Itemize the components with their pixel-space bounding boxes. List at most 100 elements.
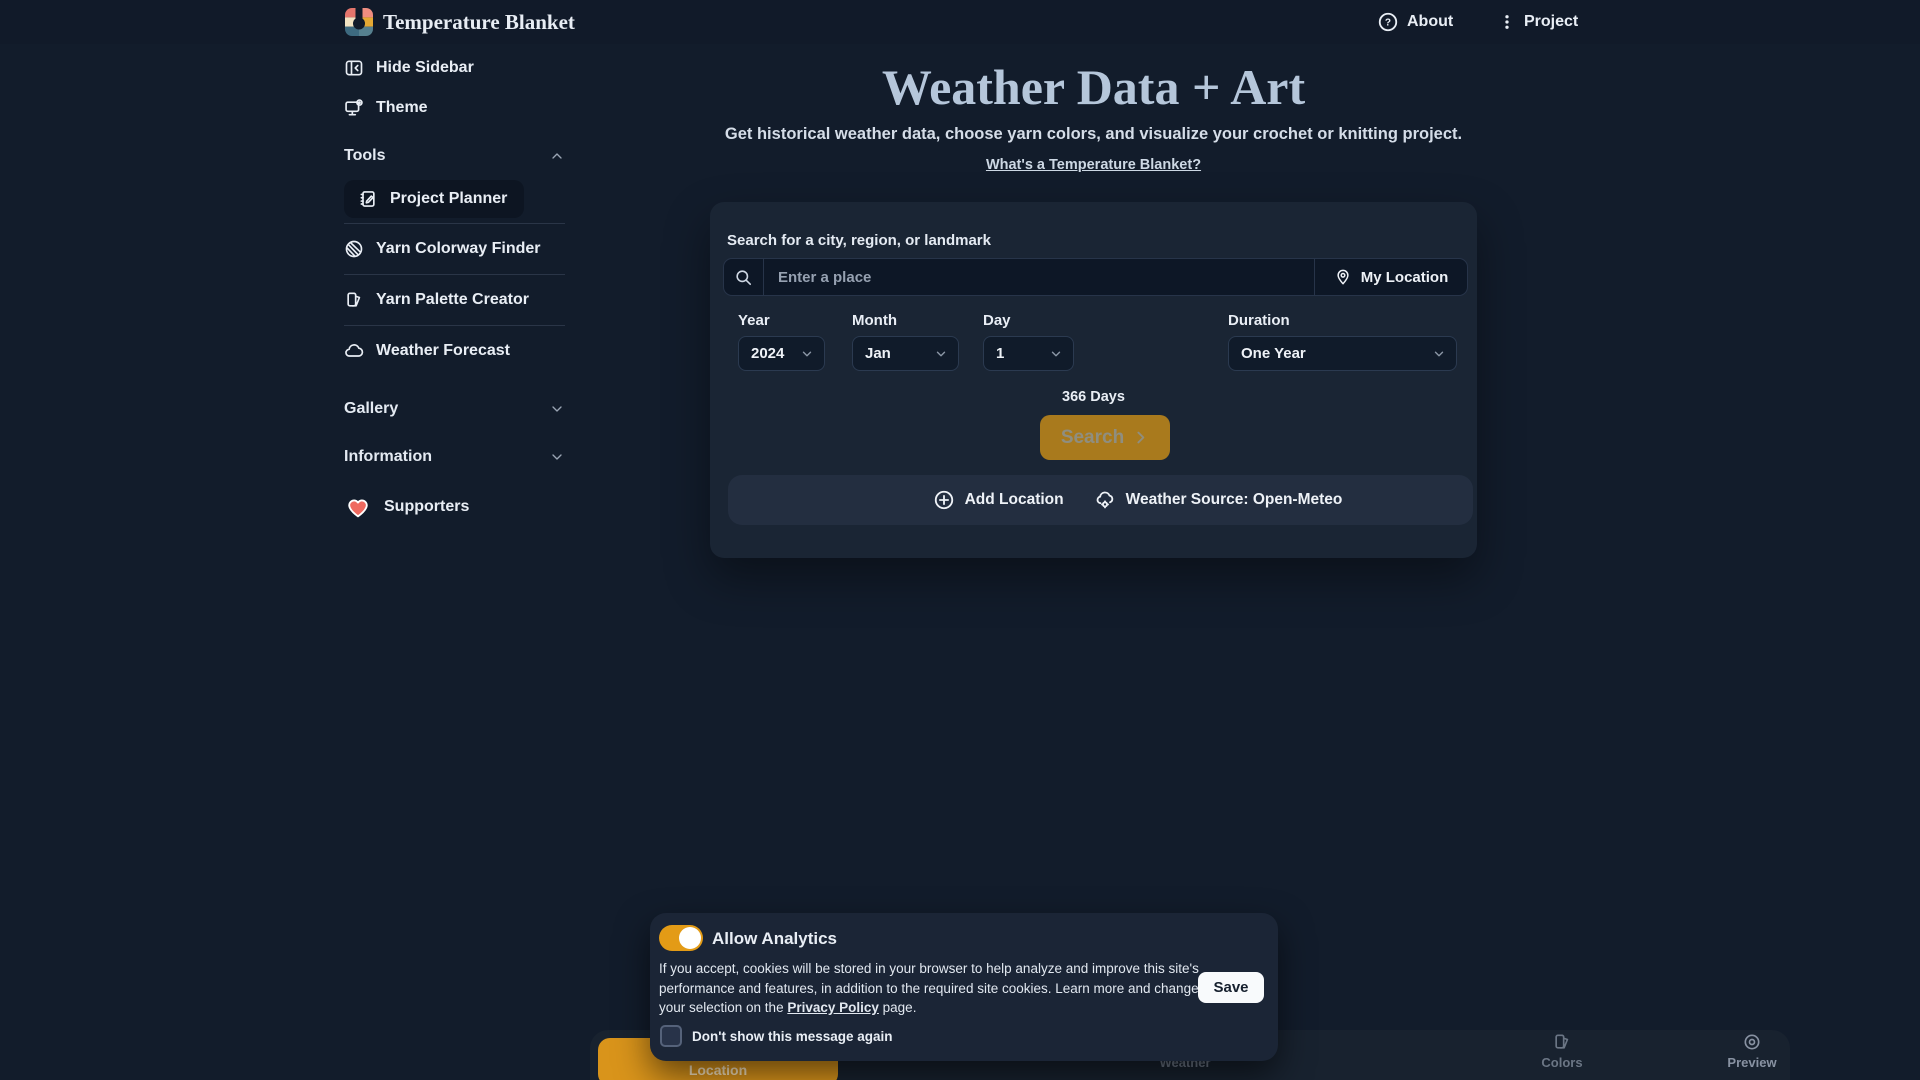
wizard-step-colors[interactable]: Colors <box>1517 1032 1607 1070</box>
place-search-row: My Location <box>723 258 1468 296</box>
whats-a-temperature-blanket-link[interactable]: What's a Temperature Blanket? <box>986 157 1201 173</box>
app-logo[interactable]: Temperature Blanket <box>345 0 575 44</box>
supporters-label: Supporters <box>384 498 469 516</box>
sidebar-item-weather-forecast[interactable]: Weather Forecast <box>344 331 565 371</box>
weather-source-button[interactable]: Weather Source: Open-Meteo <box>1094 489 1343 511</box>
app-title: Temperature Blanket <box>383 10 575 35</box>
project-menu-button[interactable]: Project <box>1498 0 1578 44</box>
project-planner-icon <box>358 189 378 209</box>
privacy-policy-link[interactable]: Privacy Policy <box>787 1000 879 1015</box>
day-select[interactable]: 1 <box>983 336 1074 371</box>
project-label: Project <box>1524 13 1578 31</box>
sidebar-item-yarn-colorway-finder[interactable]: Yarn Colorway Finder <box>344 229 565 269</box>
duration-value: One Year <box>1241 345 1306 362</box>
my-location-button[interactable]: My Location <box>1314 259 1467 295</box>
sidebar-item-label: Weather Forecast <box>376 342 510 360</box>
hide-sidebar-button[interactable]: Hide Sidebar <box>344 48 565 88</box>
sidebar: Hide Sidebar Theme Tools <box>344 48 565 527</box>
wizard-step-label: Preview <box>1727 1055 1776 1070</box>
search-icon[interactable] <box>724 259 764 295</box>
hero: Weather Data + Art Get historical weathe… <box>620 56 1567 174</box>
theme-button[interactable]: Theme <box>344 88 565 128</box>
hide-sidebar-icon <box>344 58 364 78</box>
theme-label: Theme <box>376 99 428 117</box>
cookie-consent-toast: Allow Analytics If you accept, cookies w… <box>650 913 1278 1061</box>
chevron-down-icon <box>549 401 565 417</box>
toggle-knob <box>679 927 701 949</box>
location-pin-icon <box>1334 268 1352 286</box>
page: Temperature Blanket ? About Project <box>0 0 1920 1080</box>
month-label: Month <box>852 312 897 329</box>
search-button-label: Search <box>1061 427 1124 449</box>
allow-analytics-toggle[interactable] <box>659 925 703 951</box>
page-subtitle: Get historical weather data, choose yarn… <box>620 125 1567 144</box>
chevron-down-icon <box>934 347 948 361</box>
duration-label: Duration <box>1228 312 1290 329</box>
chevron-right-icon <box>1132 429 1149 446</box>
wizard-step-preview[interactable]: Preview <box>1707 1032 1797 1070</box>
month-select[interactable]: Jan <box>852 336 959 371</box>
about-button[interactable]: ? About <box>1377 0 1453 44</box>
chevron-down-icon <box>800 347 814 361</box>
weather-source-label: Weather Source: Open-Meteo <box>1126 491 1343 509</box>
weather-source-icon <box>1094 489 1116 511</box>
month-value: Jan <box>865 345 891 362</box>
search-button[interactable]: Search <box>1040 415 1170 460</box>
year-select[interactable]: 2024 <box>738 336 825 371</box>
add-location-label: Add Location <box>965 491 1064 509</box>
palette-swatch-icon <box>344 290 364 310</box>
information-section-header[interactable]: Information <box>344 437 565 477</box>
chevron-down-icon <box>1049 347 1063 361</box>
theme-icon <box>344 98 364 118</box>
svg-text:?: ? <box>1385 18 1391 29</box>
search-label: Search for a city, region, or landmark <box>727 232 991 249</box>
wizard-step-label: Colors <box>1541 1055 1582 1070</box>
cookie-message-text: If you accept, cookies will be stored in… <box>659 961 1199 1015</box>
about-label: About <box>1407 13 1453 31</box>
sidebar-item-supporters[interactable]: Supporters <box>344 487 565 527</box>
duration-select[interactable]: One Year <box>1228 336 1457 371</box>
sidebar-item-project-planner[interactable]: Project Planner <box>344 180 524 218</box>
sidebar-item-label: Yarn Palette Creator <box>376 291 529 309</box>
search-card: Search for a city, region, or landmark M… <box>710 202 1477 558</box>
dont-show-again-checkbox[interactable] <box>660 1025 682 1047</box>
kebab-menu-icon <box>1498 11 1516 33</box>
help-icon: ? <box>1377 11 1399 33</box>
my-location-label: My Location <box>1361 269 1449 286</box>
add-location-button[interactable]: Add Location <box>933 489 1064 511</box>
chevron-down-icon <box>549 449 565 465</box>
wizard-step-label: Location <box>689 1062 747 1078</box>
allow-analytics-label: Allow Analytics <box>712 929 837 949</box>
save-button[interactable]: Save <box>1198 972 1264 1003</box>
sidebar-divider <box>344 223 565 224</box>
sidebar-divider <box>344 274 565 275</box>
year-label: Year <box>738 312 770 329</box>
logo-icon <box>345 8 373 36</box>
dont-show-again-row: Don't show this message again <box>660 1025 893 1047</box>
sidebar-item-label: Project Planner <box>390 190 507 208</box>
gallery-section-header[interactable]: Gallery <box>344 389 565 429</box>
yarn-ball-icon <box>344 239 364 259</box>
year-value: 2024 <box>751 345 784 362</box>
tools-header-label: Tools <box>344 147 385 165</box>
sidebar-divider <box>344 325 565 326</box>
top-bar: Temperature Blanket ? About Project <box>0 0 1920 44</box>
sidebar-item-yarn-palette-creator[interactable]: Yarn Palette Creator <box>344 280 565 320</box>
search-card-footer: Add Location Weather Source: Open-Meteo <box>728 475 1473 525</box>
sidebar-item-label: Yarn Colorway Finder <box>376 240 540 258</box>
eye-icon <box>1742 1032 1762 1052</box>
heart-icon <box>344 493 372 521</box>
cookie-message: If you accept, cookies will be stored in… <box>659 959 1204 1018</box>
information-header-label: Information <box>344 448 432 466</box>
tools-section-header[interactable]: Tools <box>344 136 565 176</box>
day-label: Day <box>983 312 1011 329</box>
cookie-message-text-after: page. <box>879 1000 917 1015</box>
gallery-header-label: Gallery <box>344 400 398 418</box>
days-count: 366 Days <box>710 389 1477 405</box>
chevron-down-icon <box>1432 347 1446 361</box>
chevron-up-icon <box>549 148 565 164</box>
plus-circle-icon <box>933 489 955 511</box>
hide-sidebar-label: Hide Sidebar <box>376 59 474 77</box>
place-search-input[interactable] <box>764 259 1314 295</box>
cloud-icon <box>344 341 364 361</box>
